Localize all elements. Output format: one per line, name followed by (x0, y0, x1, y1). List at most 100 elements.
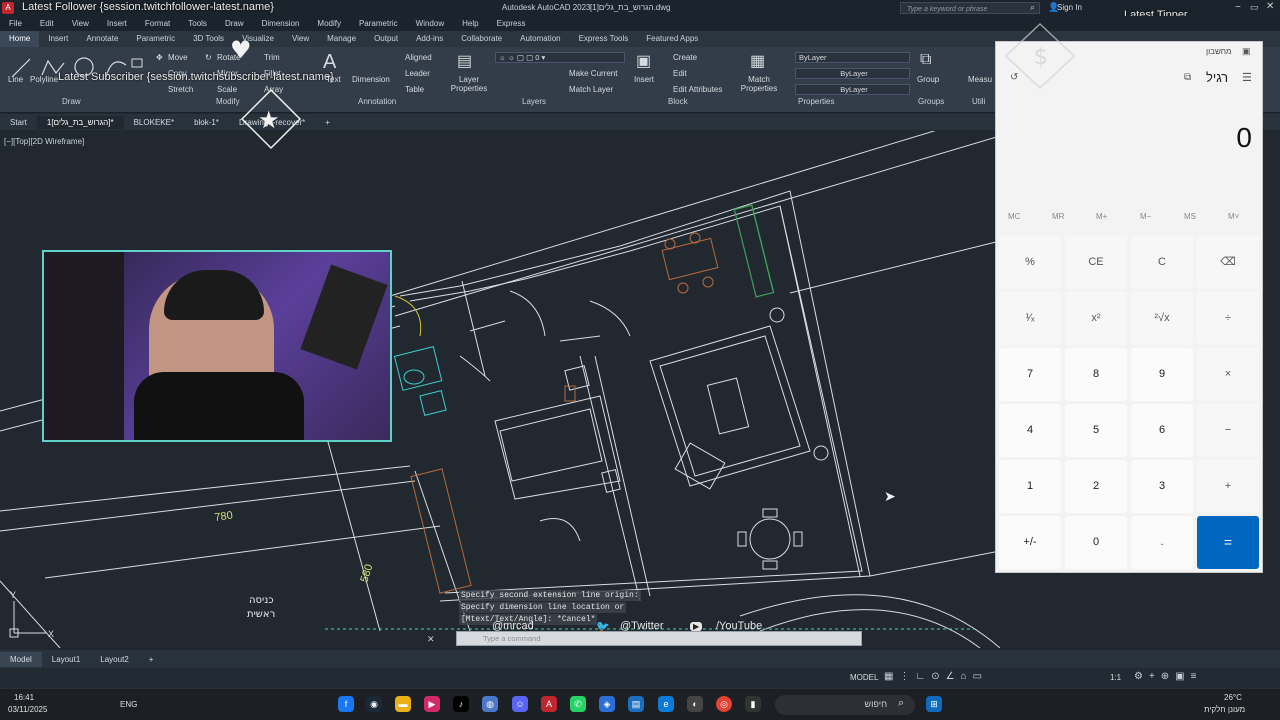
media-app-icon[interactable]: ▶ (424, 696, 440, 712)
layer-properties-icon[interactable]: ▤ (457, 51, 472, 71)
insert-button[interactable]: Insert (634, 75, 654, 84)
menu-item-format[interactable]: Format (136, 16, 179, 31)
chat-app-icon[interactable]: ◍ (482, 696, 498, 712)
weather-desc[interactable]: מעונן חלקית (1204, 705, 1245, 714)
facebook-icon[interactable]: f (338, 696, 354, 712)
create-block-button[interactable]: Create (673, 53, 697, 62)
close-icon[interactable]: ✕ (1266, 1, 1274, 12)
draw-group-label[interactable]: Draw (62, 97, 81, 106)
properties-group-label[interactable]: Properties (798, 97, 834, 106)
calc-key[interactable]: 0 (1065, 516, 1127, 569)
calc-key[interactable]: ÷ (1197, 292, 1259, 345)
calc-key[interactable]: = (1197, 516, 1259, 569)
calc-key[interactable]: + (1197, 460, 1259, 513)
memory-button-5[interactable]: M˅ (1228, 212, 1239, 221)
linetype-dropdown[interactable]: ByLayer (795, 68, 910, 79)
maximize-icon[interactable]: ▭ (1250, 2, 1259, 13)
calc-key[interactable]: ¹⁄ₓ (999, 292, 1061, 345)
line-button[interactable]: Line (8, 75, 23, 84)
utilities-group-label[interactable]: Utili (972, 97, 985, 106)
always-on-top-icon[interactable]: ⧉ (1184, 72, 1191, 83)
viewport-controls[interactable]: [−][Top][2D Wireframe] (4, 137, 84, 146)
ribbon-tab-collaborate[interactable]: Collaborate (452, 31, 511, 47)
model-space-toggle[interactable]: MODEL (850, 673, 878, 682)
ribbon-tab-insert[interactable]: Insert (39, 31, 77, 47)
layout-tab-layout2[interactable]: Layout2 (90, 655, 138, 664)
calc-key[interactable]: ²√x (1131, 292, 1193, 345)
calc-key[interactable]: 6 (1131, 404, 1193, 457)
layout-tab-layout1[interactable]: Layout1 (42, 655, 90, 664)
app-icon[interactable]: ◈ (599, 696, 615, 712)
search-icon[interactable]: ⌕ (1030, 2, 1035, 13)
ribbon-tab-automation[interactable]: Automation (511, 31, 569, 47)
command-input[interactable]: Type a command (456, 631, 862, 646)
match-properties-button[interactable]: Match Properties (738, 75, 780, 93)
calc-key[interactable]: − (1197, 404, 1259, 457)
document-tab[interactable]: Start (0, 116, 37, 129)
calc-key[interactable]: ⌫ (1197, 236, 1259, 289)
menu-item-help[interactable]: Help (453, 16, 487, 31)
menu-item-view[interactable]: View (63, 16, 98, 31)
make-current-button[interactable]: Make Current (569, 69, 617, 78)
ribbon-tab-manage[interactable]: Manage (318, 31, 365, 47)
annotation-scale[interactable]: 1:1 (1110, 673, 1121, 682)
ribbon-tab-annotate[interactable]: Annotate (77, 31, 127, 47)
text-button[interactable]: Text (326, 75, 341, 84)
layout-tab-model[interactable]: Model (0, 651, 42, 667)
calc-key[interactable]: 5 (1065, 404, 1127, 457)
calc-key[interactable]: % (999, 236, 1061, 289)
modify-group-label[interactable]: Modify (216, 97, 240, 106)
layer-properties-button[interactable]: Layer Properties (450, 75, 488, 93)
clock-date[interactable]: 03/11/2025 (8, 705, 47, 714)
calc-key[interactable]: 1 (999, 460, 1061, 513)
edit-attributes-button[interactable]: Edit Attributes (673, 85, 722, 94)
menu-item-dimension[interactable]: Dimension (253, 16, 309, 31)
document-tab[interactable]: blok-1* (184, 116, 229, 129)
memory-button-4[interactable]: MS (1184, 212, 1196, 221)
menu-hamburger-icon[interactable]: ☰ (1242, 71, 1252, 84)
trim-button[interactable]: Trim (264, 53, 280, 62)
status-settings-icons[interactable]: ⚙+⊕▣≡ (1134, 671, 1202, 682)
help-search-input[interactable]: Type a keyword or phrase (900, 2, 1040, 14)
text-icon[interactable]: A (323, 51, 336, 74)
measure-button[interactable]: Measu (968, 75, 992, 84)
memory-button-1[interactable]: MR (1052, 212, 1064, 221)
menu-item-parametric[interactable]: Parametric (350, 16, 407, 31)
leader-button[interactable]: Leader (405, 69, 430, 78)
move-icon[interactable]: ✥ (156, 53, 163, 62)
weather-temp[interactable]: 26°C (1224, 693, 1242, 702)
layers-group-label[interactable]: Layers (522, 97, 546, 106)
edge-icon[interactable]: e (658, 696, 674, 712)
close-command-icon[interactable]: ✕ (427, 634, 435, 645)
group-icon[interactable]: ⧉ (920, 51, 931, 69)
clock-time[interactable]: 16:41 (14, 693, 34, 702)
language-indicator[interactable]: ENG (120, 700, 137, 709)
stretch-button[interactable]: Stretch (168, 85, 193, 94)
calc-key[interactable]: 7 (999, 348, 1061, 401)
groups-group-label[interactable]: Groups (918, 97, 944, 106)
menu-item-file[interactable]: File (0, 16, 31, 31)
dimension-button[interactable]: Dimension (352, 75, 390, 84)
ribbon-tab-home[interactable]: Home (0, 31, 40, 47)
calc-key[interactable]: 4 (999, 404, 1061, 457)
ribbon-tab-add-ins[interactable]: Add-ins (407, 31, 452, 47)
calc-key[interactable]: +/- (999, 516, 1061, 569)
memory-button-2[interactable]: M+ (1096, 212, 1107, 221)
store-icon[interactable]: ▤ (628, 696, 644, 712)
whatsapp-icon[interactable]: ✆ (570, 696, 586, 712)
file-explorer-icon[interactable]: ▬ (395, 696, 411, 712)
table-button[interactable]: Table (405, 85, 424, 94)
edit-block-button[interactable]: Edit (673, 69, 687, 78)
menu-item-express[interactable]: Express (488, 16, 535, 31)
windows-start-icon[interactable]: ⊞ (926, 696, 942, 712)
layer-dropdown[interactable]: ☼ ☼ ▢ ▢ 0 ▾ (495, 52, 625, 63)
menu-item-tools[interactable]: Tools (179, 16, 216, 31)
taskbar-search[interactable]: חיפוש (775, 695, 915, 715)
calc-key[interactable]: . (1131, 516, 1193, 569)
polyline-button[interactable]: Polyline (30, 75, 58, 84)
annotation-group-label[interactable]: Annotation (358, 97, 396, 106)
autocad-logo-icon[interactable]: A (2, 2, 14, 14)
minimize-icon[interactable]: − (1235, 2, 1241, 13)
insert-block-icon[interactable]: ▣ (636, 51, 651, 71)
obs-icon[interactable]: ◐ (687, 696, 703, 712)
